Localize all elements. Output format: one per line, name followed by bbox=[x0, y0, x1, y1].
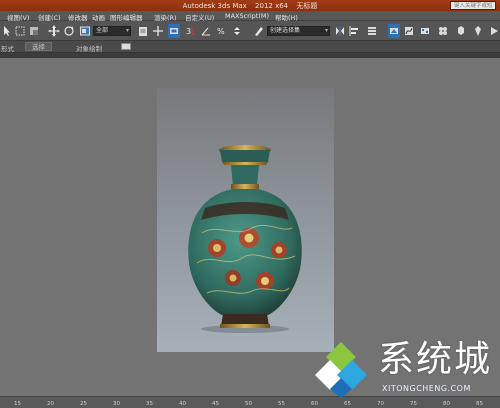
reference-image-vase bbox=[157, 88, 334, 352]
rendered-frame-window-icon[interactable] bbox=[472, 24, 484, 38]
select-region-icon[interactable] bbox=[14, 24, 26, 38]
menu-maxscript[interactable]: MAXScript(M) bbox=[225, 12, 269, 20]
move-icon[interactable] bbox=[48, 24, 60, 38]
named-selection-value: 创建选择集 bbox=[270, 27, 301, 34]
ruler-tick: 50 bbox=[245, 401, 252, 407]
ruler-tick: 30 bbox=[113, 401, 120, 407]
site-watermark: 系统城 XITONGCHENG.COM bbox=[312, 338, 500, 408]
rotate-icon[interactable] bbox=[63, 24, 75, 38]
selection-filter-value: 全部 bbox=[96, 27, 109, 34]
spinner-snap-icon[interactable] bbox=[231, 24, 243, 38]
percent-snap-icon[interactable]: % bbox=[216, 24, 228, 38]
ruler-tick: 20 bbox=[47, 401, 54, 407]
window-title: Autodesk 3ds Max 2012 x64 无标题 bbox=[0, 1, 500, 11]
angle-snap-icon[interactable] bbox=[200, 24, 212, 38]
snaps-toggle-icon[interactable]: 3 bbox=[185, 24, 197, 38]
search-input[interactable]: 键入关键字或短语 bbox=[450, 1, 496, 18]
xitongcheng-logo-icon bbox=[315, 342, 367, 398]
selection-filter-dropdown[interactable]: 全部 ▾ bbox=[93, 26, 131, 36]
graphite-modeling-tools-icon[interactable] bbox=[388, 24, 400, 38]
render-setup-icon[interactable] bbox=[455, 24, 467, 38]
ruler-tick: 40 bbox=[179, 401, 186, 407]
tab-freeform[interactable]: 形式 bbox=[1, 43, 14, 53]
document-title: 无标题 bbox=[296, 2, 318, 10]
render-production-icon[interactable] bbox=[488, 24, 500, 38]
ruler-tick: 45 bbox=[212, 401, 219, 407]
cloisonne-vase-picture bbox=[188, 145, 302, 333]
app-version: 2012 x64 bbox=[255, 2, 289, 10]
select-and-manipulate-icon[interactable] bbox=[152, 24, 164, 38]
layer-manager-icon[interactable] bbox=[366, 24, 378, 38]
title-bar: Autodesk 3ds Max 2012 x64 无标题 键入关键字或短语 bbox=[0, 0, 500, 18]
app-title: Autodesk 3ds Max bbox=[182, 2, 247, 10]
schematic-view-icon[interactable] bbox=[419, 24, 431, 38]
svg-text:%: % bbox=[217, 27, 225, 36]
ruler-tick: 35 bbox=[146, 401, 153, 407]
ruler-tick: 55 bbox=[278, 401, 285, 407]
select-object-icon[interactable] bbox=[1, 24, 13, 38]
material-editor-icon[interactable] bbox=[437, 24, 449, 38]
svg-text:3: 3 bbox=[186, 27, 191, 36]
scale-icon[interactable] bbox=[79, 24, 91, 38]
named-selection-dropdown[interactable]: 创建选择集 ▾ bbox=[267, 26, 330, 36]
ribbon-toggle-icon[interactable] bbox=[121, 43, 131, 50]
watermark-domain: XITONGCHENG.COM bbox=[382, 384, 471, 393]
watermark-name: 系统城 bbox=[378, 339, 493, 380]
edit-named-selection-icon[interactable] bbox=[253, 24, 265, 38]
menu-bar: 视图(V) 创建(C) 修改器 动画 图形编辑器 渲染(R) 自定义(U) MA… bbox=[0, 11, 500, 22]
chevron-down-icon: ▾ bbox=[125, 27, 129, 34]
align-icon[interactable] bbox=[348, 24, 360, 38]
keyboard-shortcut-override-icon[interactable] bbox=[168, 24, 180, 38]
curve-editor-icon[interactable] bbox=[403, 24, 415, 38]
tab-object-paint[interactable]: 对象绘制 bbox=[76, 43, 102, 53]
ribbon-tabs: 形式 选择 对象绘制 bbox=[0, 41, 500, 53]
ruler-tick: 15 bbox=[14, 401, 21, 407]
select-by-name-icon[interactable] bbox=[137, 24, 149, 38]
main-toolbar: 全部 ▾ 3 % 创建选择集 ▾ bbox=[0, 21, 500, 41]
window-crossing-icon[interactable] bbox=[28, 24, 40, 38]
chevron-down-icon: ▾ bbox=[324, 27, 328, 34]
ruler-tick: 25 bbox=[80, 401, 87, 407]
mirror-icon[interactable] bbox=[334, 24, 346, 38]
tab-selection[interactable]: 选择 bbox=[25, 42, 52, 51]
